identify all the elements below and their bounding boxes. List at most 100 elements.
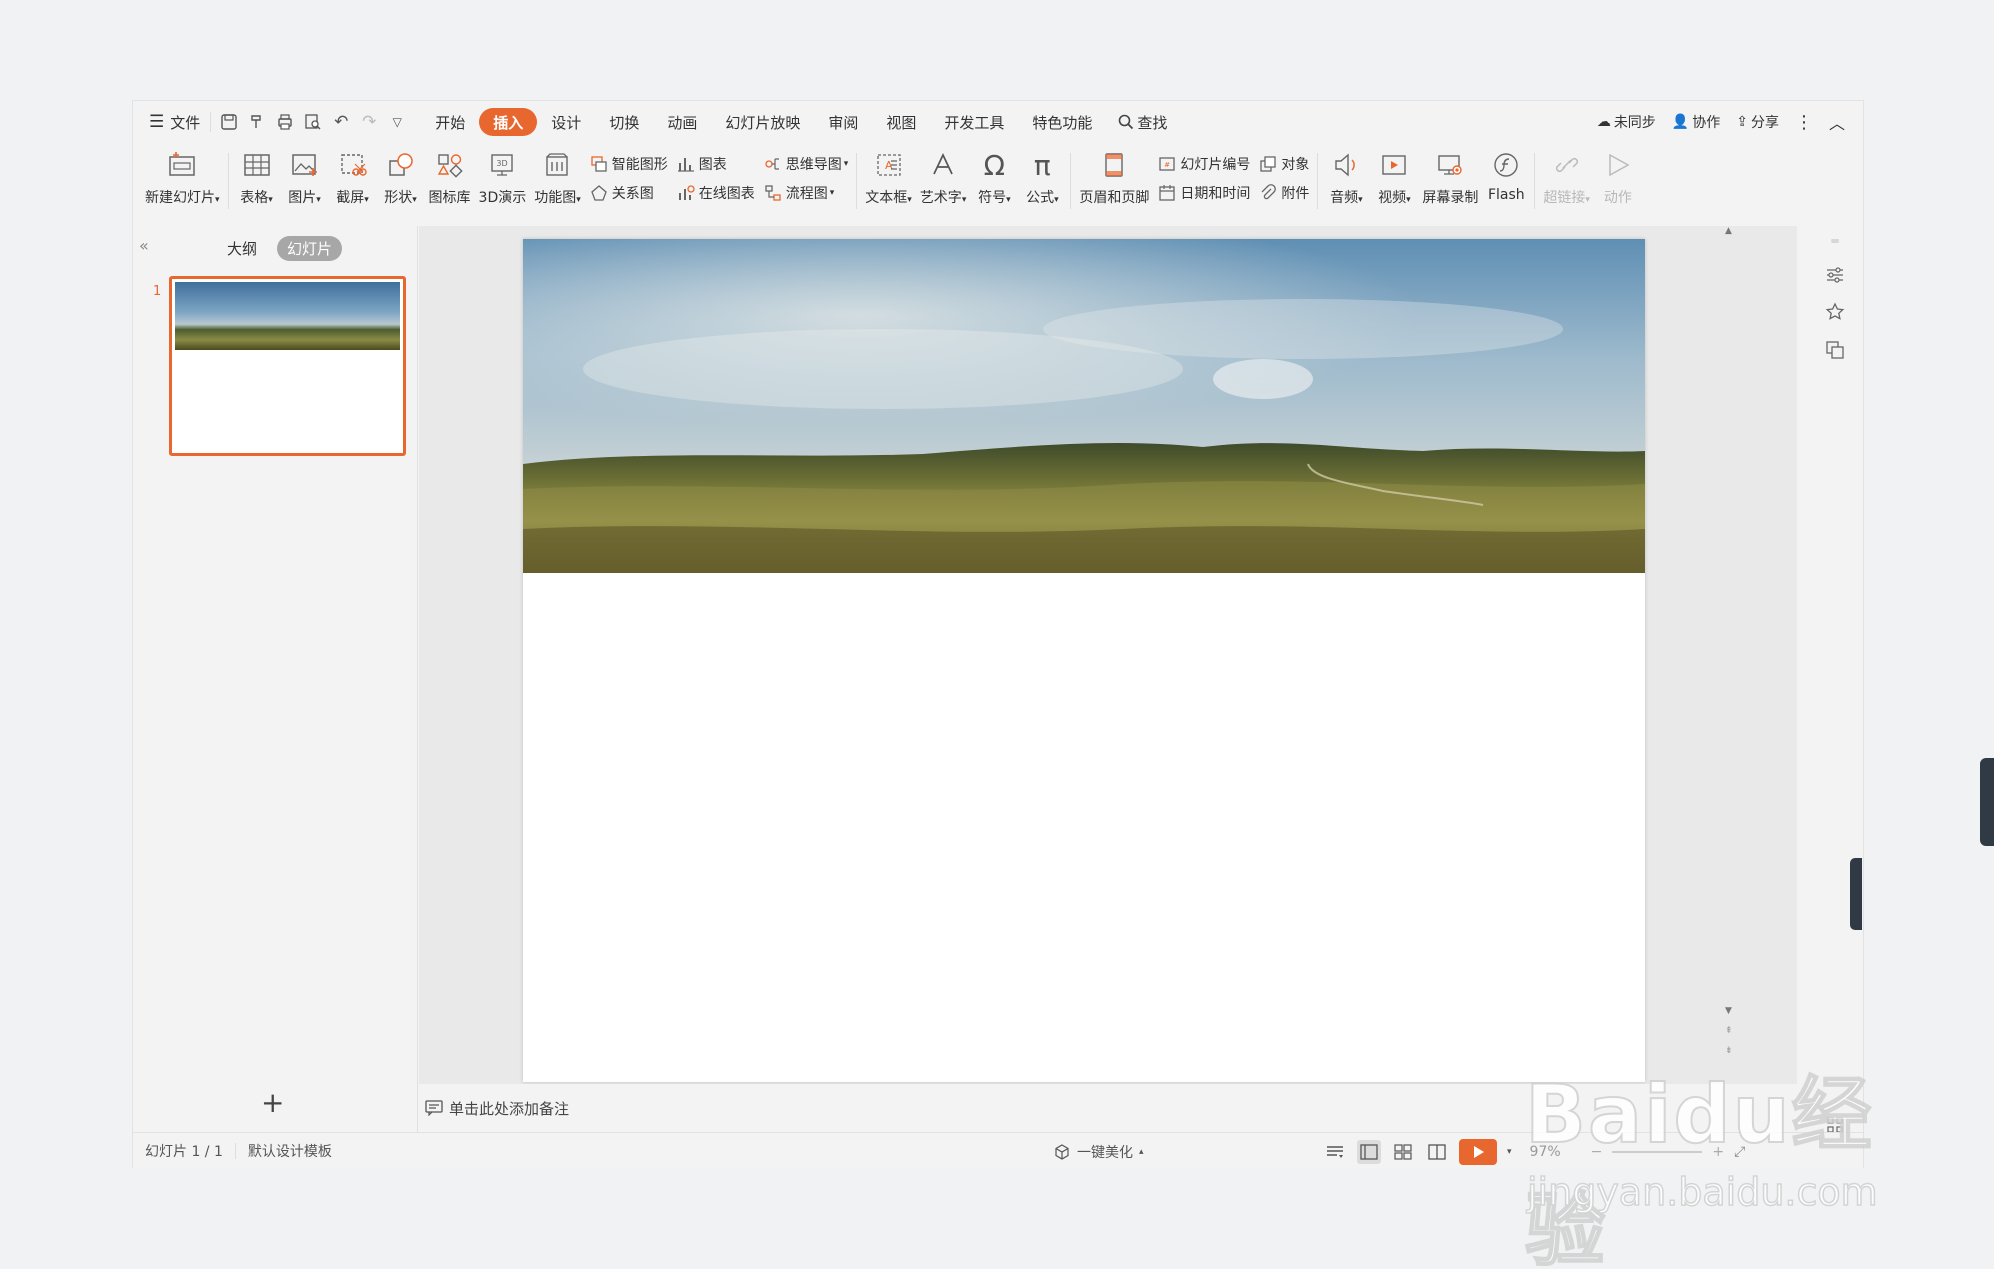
hyperlink-button[interactable]: 超链接▾ — [1539, 143, 1594, 207]
menu-bar: ☰ 文件 ↶ ↷ ▽ 开始 插入 设计 切换 动画 幻灯片放映 审阅 视图 开发… — [133, 101, 1863, 143]
hamburger-icon: ☰ — [149, 112, 165, 132]
collapse-panel-icon[interactable]: « — [139, 236, 149, 255]
zoom-in-icon[interactable]: + — [1712, 1144, 1724, 1160]
new-slide-button[interactable]: 新建幻灯片▾ — [141, 143, 224, 207]
tab-slideshow[interactable]: 幻灯片放映 — [711, 108, 814, 136]
attachment-button[interactable]: 附件 — [1258, 180, 1309, 206]
play-options-caret[interactable]: ▾ — [1507, 1147, 1512, 1157]
view-controls: ▾ 97% − + ⤢ — [1323, 1133, 1745, 1170]
scroll-down-icon[interactable]: ▼ — [1725, 1006, 1732, 1016]
tab-design[interactable]: 设计 — [537, 108, 595, 136]
audio-button[interactable]: 音频▾ — [1322, 143, 1370, 207]
tab-animations[interactable]: 动画 — [653, 108, 711, 136]
object-group: 对象 附件 — [1254, 143, 1313, 213]
chart-button[interactable]: 图表 — [676, 151, 755, 177]
video-icon — [1374, 147, 1414, 183]
flash-button[interactable]: Flash — [1482, 143, 1530, 203]
smart-art-button[interactable]: 智能图形 — [589, 151, 668, 177]
tab-developer[interactable]: 开发工具 — [930, 108, 1018, 136]
screen-record-button[interactable]: 屏幕录制 — [1418, 143, 1482, 207]
format-painter-icon[interactable] — [243, 108, 271, 136]
formula-button[interactable]: π 公式▾ — [1018, 143, 1066, 207]
textbox-button[interactable]: A 文本框▾ — [861, 143, 916, 207]
header-footer-button[interactable]: 页眉和页脚 — [1075, 143, 1153, 207]
file-menu[interactable]: ☰ 文件 — [133, 101, 206, 143]
slide-number-button[interactable]: # 幻灯片编号 — [1157, 151, 1250, 177]
share-button[interactable]: ⇪ 分享 — [1728, 101, 1787, 143]
online-chart-icon — [676, 183, 696, 203]
scroll-up-icon[interactable]: ▲ — [1725, 226, 1732, 236]
online-chart-button[interactable]: 在线图表 — [676, 180, 755, 206]
settings-sliders-icon[interactable] — [1822, 266, 1848, 284]
mind-map-icon — [763, 154, 783, 174]
undo-icon[interactable]: ↶ — [327, 108, 355, 136]
shape-button[interactable]: 形状▾ — [377, 143, 425, 207]
landscape-image[interactable] — [523, 239, 1645, 573]
picture-button[interactable]: 图片▾ — [281, 143, 329, 207]
notes-area[interactable]: 单击此处添加备注 — [419, 1084, 1797, 1132]
screenshot-button[interactable]: 截屏▾ — [329, 143, 377, 207]
play-slideshow-button[interactable] — [1459, 1138, 1497, 1165]
floating-side-widget-2[interactable] — [1850, 858, 1862, 930]
copy-slides-icon[interactable] — [1822, 340, 1848, 360]
normal-view-icon[interactable] — [1357, 1139, 1381, 1164]
slide-sorter-icon[interactable] — [1391, 1140, 1415, 1164]
floating-side-widget[interactable] — [1980, 758, 1994, 846]
zoom-slider[interactable] — [1612, 1150, 1703, 1153]
video-button[interactable]: 视频▾ — [1370, 143, 1418, 207]
slide-canvas[interactable] — [523, 239, 1645, 1082]
wordart-button[interactable]: 艺术字▾ — [916, 143, 971, 207]
tab-review[interactable]: 审阅 — [814, 108, 872, 136]
template-name[interactable]: 默认设计模板 — [236, 1141, 344, 1161]
flowchart-button[interactable]: 流程图 ▾ — [763, 180, 849, 206]
sync-button[interactable]: ☁ 未同步 — [1589, 101, 1664, 143]
divider — [1534, 153, 1536, 209]
reading-view-icon[interactable] — [1425, 1140, 1449, 1164]
add-slide-icon[interactable]: + — [261, 1086, 284, 1119]
slide-number-group: # 幻灯片编号 日期和时间 — [1153, 143, 1254, 213]
slide-thumbnail[interactable] — [169, 276, 406, 456]
beautify-button[interactable]: 一键美化 ▴ — [1053, 1133, 1144, 1170]
function-chart-button[interactable]: 功能图▾ — [530, 143, 585, 207]
table-button[interactable]: 表格▾ — [233, 143, 281, 207]
next-slide-icon[interactable]: ⇟ — [1725, 1046, 1733, 1056]
fit-window-icon[interactable]: ⤢ — [1734, 1144, 1745, 1160]
tab-transitions[interactable]: 切换 — [595, 108, 653, 136]
comment-icon — [425, 1100, 443, 1116]
user-plus-icon: 👤 — [1671, 114, 1690, 130]
caret-up-icon: ▴ — [1139, 1146, 1144, 1157]
object-button[interactable]: 对象 — [1258, 151, 1309, 177]
collab-button[interactable]: 👤 协作 — [1664, 101, 1728, 143]
redo-icon[interactable]: ↷ — [355, 108, 383, 136]
panel-tabs: 大纲 幻灯片 — [217, 236, 343, 261]
tab-view[interactable]: 视图 — [872, 108, 930, 136]
play-icon — [1474, 1145, 1484, 1158]
tab-insert[interactable]: 插入 — [479, 108, 538, 136]
print-icon[interactable] — [271, 108, 299, 136]
date-time-button[interactable]: 日期和时间 — [1157, 180, 1250, 206]
relation-button[interactable]: 关系图 — [589, 180, 668, 206]
3d-demo-button[interactable]: 3D 3D演示 — [475, 143, 531, 207]
tab-home[interactable]: 开始 — [421, 108, 479, 136]
collapse-ribbon-icon[interactable]: ︿ — [1821, 101, 1853, 143]
more-icon[interactable]: ⋮ — [1787, 101, 1821, 143]
print-preview-icon[interactable] — [299, 108, 327, 136]
customize-dropdown-icon[interactable]: ▽ — [383, 108, 411, 136]
save-icon[interactable] — [215, 108, 243, 136]
mind-map-button[interactable]: 思维导图 ▾ — [763, 151, 848, 177]
zoom-level[interactable]: 97% — [1530, 1144, 1561, 1160]
zoom-out-icon[interactable]: − — [1591, 1144, 1603, 1160]
icon-library-button[interactable]: 图标库 — [425, 143, 475, 207]
prev-slide-icon[interactable]: ⇞ — [1725, 1026, 1733, 1036]
star-icon[interactable] — [1822, 302, 1848, 322]
tab-special[interactable]: 特色功能 — [1018, 108, 1106, 136]
search-button[interactable]: 查找 — [1112, 101, 1173, 143]
tab-outline[interactable]: 大纲 — [217, 236, 267, 261]
symbol-button[interactable]: Ω 符号▾ — [970, 143, 1018, 207]
vertical-scrollbar[interactable]: ▲ ▼ ⇞ ⇟ — [1723, 226, 1737, 1084]
action-button[interactable]: 动作 — [1594, 143, 1642, 207]
cube-icon — [1055, 1143, 1069, 1160]
calendar-icon — [1157, 183, 1177, 203]
notes-toggle-icon[interactable] — [1323, 1140, 1347, 1164]
tab-slides[interactable]: 幻灯片 — [277, 236, 343, 261]
